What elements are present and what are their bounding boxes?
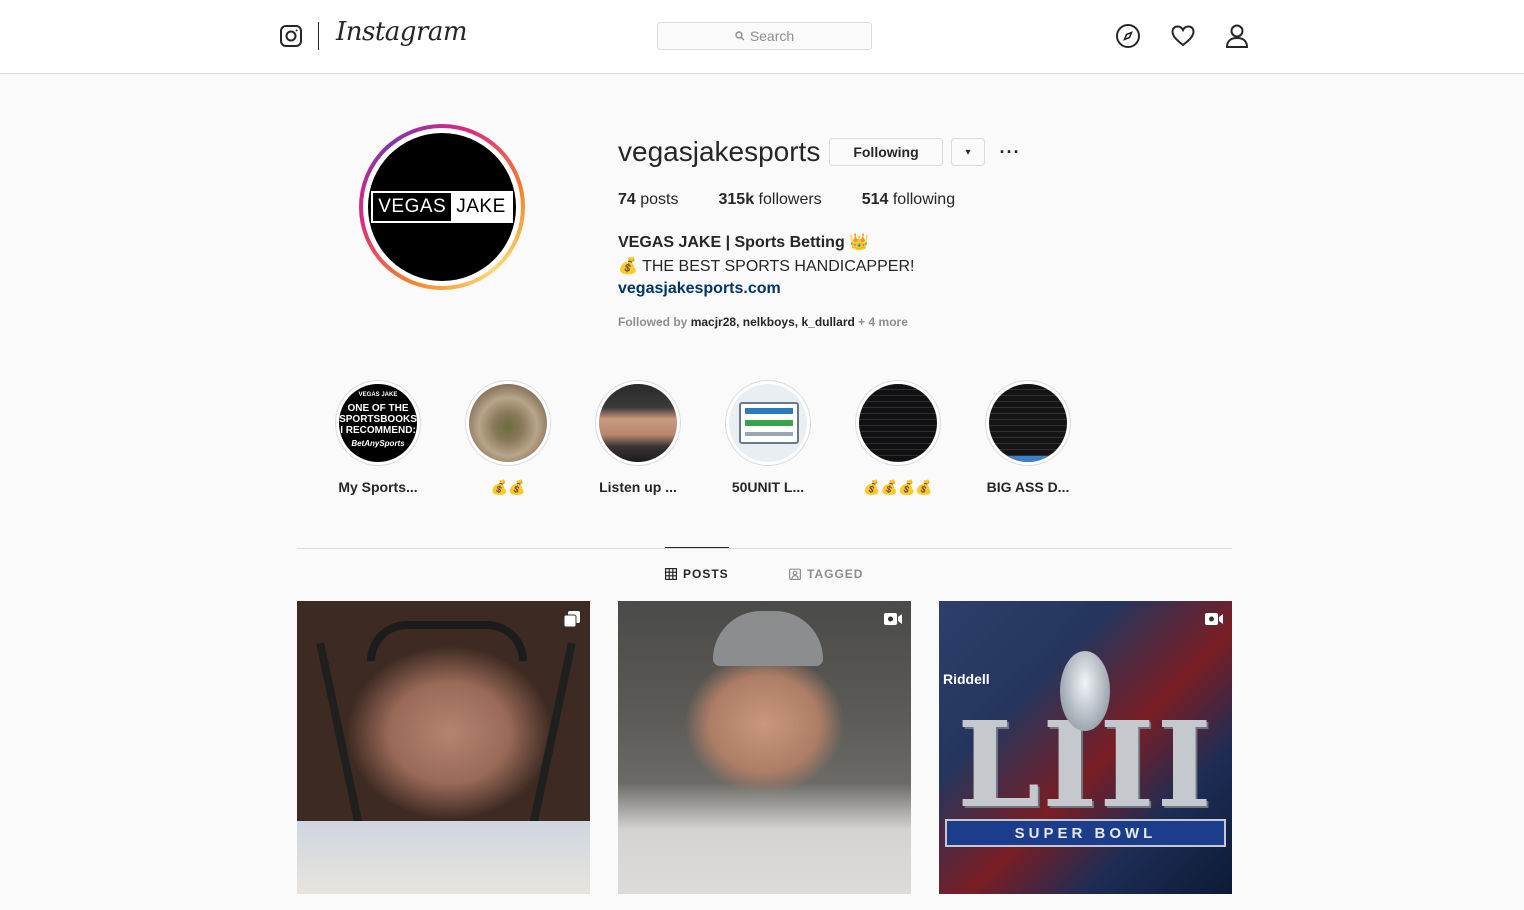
highlight-cover xyxy=(989,384,1067,462)
search-input[interactable]: Search xyxy=(657,22,872,50)
bio-text: 💰 THE BEST SPORTS HANDICAPPER! xyxy=(618,258,915,275)
highlight-cover: VEGAS JAKE ONE OF THE SPORTSBOOKS I RECO… xyxy=(339,384,417,462)
followed-by[interactable]: Followed by macjr28, nelkboys, k_dullard… xyxy=(618,315,908,329)
highlight-label: Listen up ... xyxy=(599,479,677,495)
instagram-wordmark-logo[interactable]: Instagram xyxy=(336,17,468,47)
highlight-item[interactable]: 💰💰 xyxy=(453,380,563,496)
highlight-item[interactable]: 💰💰💰💰 xyxy=(843,380,953,496)
tab-posts[interactable]: POSTS xyxy=(665,567,729,581)
highlight-label: BIG ASS D... xyxy=(986,479,1070,495)
ellipsis-icon: ··· xyxy=(999,141,1021,162)
highlight-label: 💰💰💰💰 xyxy=(863,479,933,495)
following-button[interactable]: Following xyxy=(829,138,943,166)
highlight-label: My Sports... xyxy=(338,479,418,495)
post-thumbnail[interactable] xyxy=(618,601,911,894)
super-bowl-banner: SUPER BOWL xyxy=(945,819,1226,847)
highlight-cover xyxy=(599,384,677,462)
search-placeholder: Search xyxy=(749,28,795,44)
chevron-down-icon: ▾ xyxy=(965,146,971,158)
highlight-item[interactable]: VEGAS JAKE ONE OF THE SPORTSBOOKS I RECO… xyxy=(323,380,433,495)
highlight-label: 💰💰 xyxy=(490,479,526,495)
following-stat[interactable]: 514 following xyxy=(862,191,955,209)
highlight-label: 50UNIT L... xyxy=(731,479,805,495)
highlight-cover xyxy=(469,384,547,462)
profile-avatar: VEGAS JAKE xyxy=(368,133,516,281)
posts-stat: 74 posts xyxy=(618,191,679,208)
compass-icon[interactable] xyxy=(1115,23,1141,49)
helmet-brand-text: Riddell xyxy=(943,671,990,687)
highlight-cover xyxy=(729,384,807,462)
post-thumbnail[interactable] xyxy=(297,601,590,894)
active-tab-indicator xyxy=(665,547,729,548)
tagged-person-icon xyxy=(789,568,801,580)
heart-icon[interactable] xyxy=(1170,23,1196,49)
bio-website-link[interactable]: vegasjakesports.com xyxy=(618,280,781,298)
followed-by-account[interactable]: nelkboys xyxy=(743,315,795,329)
instagram-glyph-icon[interactable] xyxy=(279,24,303,48)
followed-by-account[interactable]: k_dullard xyxy=(801,315,854,329)
search-icon xyxy=(735,31,745,41)
grid-icon xyxy=(665,568,677,580)
followers-stat[interactable]: 315k followers xyxy=(719,191,822,209)
story-ring[interactable]: VEGAS JAKE xyxy=(359,124,525,290)
highlight-item[interactable]: 50UNIT L... xyxy=(713,380,823,495)
more-options-button[interactable]: ··· xyxy=(996,138,1024,166)
trophy-football xyxy=(1060,651,1110,731)
carousel-icon xyxy=(563,611,580,628)
top-navigation-bar: Instagram Search xyxy=(0,0,1524,74)
followed-by-account[interactable]: macjr28 xyxy=(691,315,736,329)
bio-full-name: VEGAS JAKE | Sports Betting 👑 xyxy=(618,234,870,251)
profile-username: vegasjakesports xyxy=(618,136,821,167)
vegas-jake-logo: VEGAS JAKE xyxy=(371,191,513,223)
suggestions-dropdown-button[interactable]: ▾ xyxy=(951,138,985,166)
highlight-item[interactable]: Listen up ... xyxy=(583,380,693,495)
highlight-item[interactable]: BIG ASS D... xyxy=(973,380,1083,495)
video-icon xyxy=(884,613,902,625)
highlight-cover xyxy=(859,384,937,462)
tabs-divider xyxy=(297,548,1232,549)
video-icon xyxy=(1205,613,1223,625)
profile-icon[interactable] xyxy=(1224,23,1250,49)
brand-divider xyxy=(318,22,319,50)
profile-stats: 74 posts 315k followers 514 following xyxy=(618,191,995,209)
tab-tagged[interactable]: TAGGED xyxy=(789,567,863,581)
post-thumbnail[interactable]: Riddell LIII SUPER BOWL xyxy=(939,601,1232,894)
